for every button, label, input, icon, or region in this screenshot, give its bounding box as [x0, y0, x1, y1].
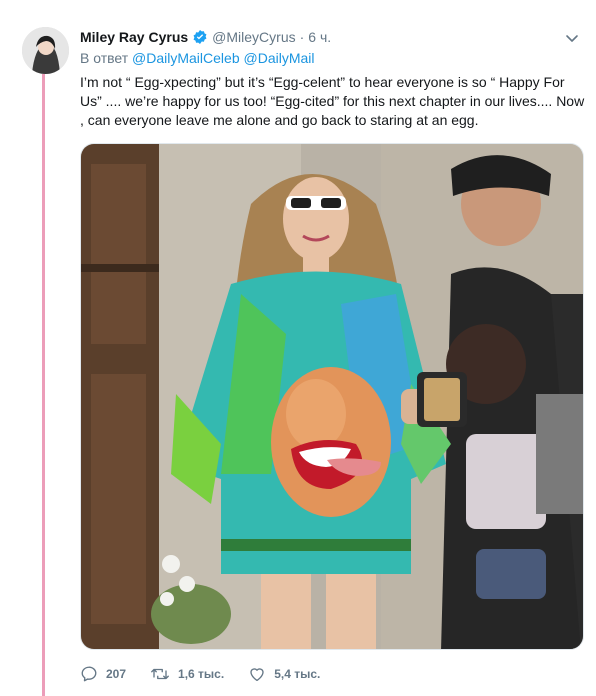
reply-mention-dailymail[interactable]: @DailyMail	[244, 50, 315, 66]
reply-count: 207	[106, 667, 127, 681]
tweet-header: Miley Ray Cyrus @MileyCyrus · 6 ч.	[80, 27, 331, 47]
reply-prefix: В ответ	[80, 50, 129, 66]
retweet-action[interactable]: 1,6 тыс.	[150, 665, 224, 683]
verified-badge-icon	[193, 30, 207, 44]
reply-context: В ответ @DailyMailCeleb @DailyMail	[80, 50, 315, 66]
like-count: 5,4 тыс.	[274, 667, 321, 681]
reply-mention-dailymailceleb[interactable]: @DailyMailCeleb	[132, 50, 240, 66]
tweet-photo[interactable]	[80, 143, 584, 650]
chevron-down-icon[interactable]	[564, 30, 580, 46]
display-name[interactable]: Miley Ray Cyrus	[80, 29, 188, 45]
tweet-text: I’m not “ Egg-xpecting” but it’s “Egg-ce…	[80, 74, 585, 128]
reply-icon	[81, 666, 97, 682]
tweet-timestamp[interactable]: 6 ч.	[308, 29, 331, 45]
heart-icon	[250, 668, 264, 682]
separator-dot: ·	[299, 29, 305, 45]
retweet-count: 1,6 тыс.	[178, 667, 225, 681]
reply-action[interactable]: 207	[80, 665, 126, 683]
like-action[interactable]: 5,4 тыс.	[248, 665, 320, 683]
thread-connector-line	[42, 74, 45, 696]
user-handle[interactable]: @MileyCyrus	[212, 29, 295, 45]
retweet-icon	[151, 668, 169, 680]
tweet-actions: 207 1,6 тыс. 5,4 тыс.	[80, 663, 344, 685]
avatar[interactable]	[22, 27, 69, 74]
